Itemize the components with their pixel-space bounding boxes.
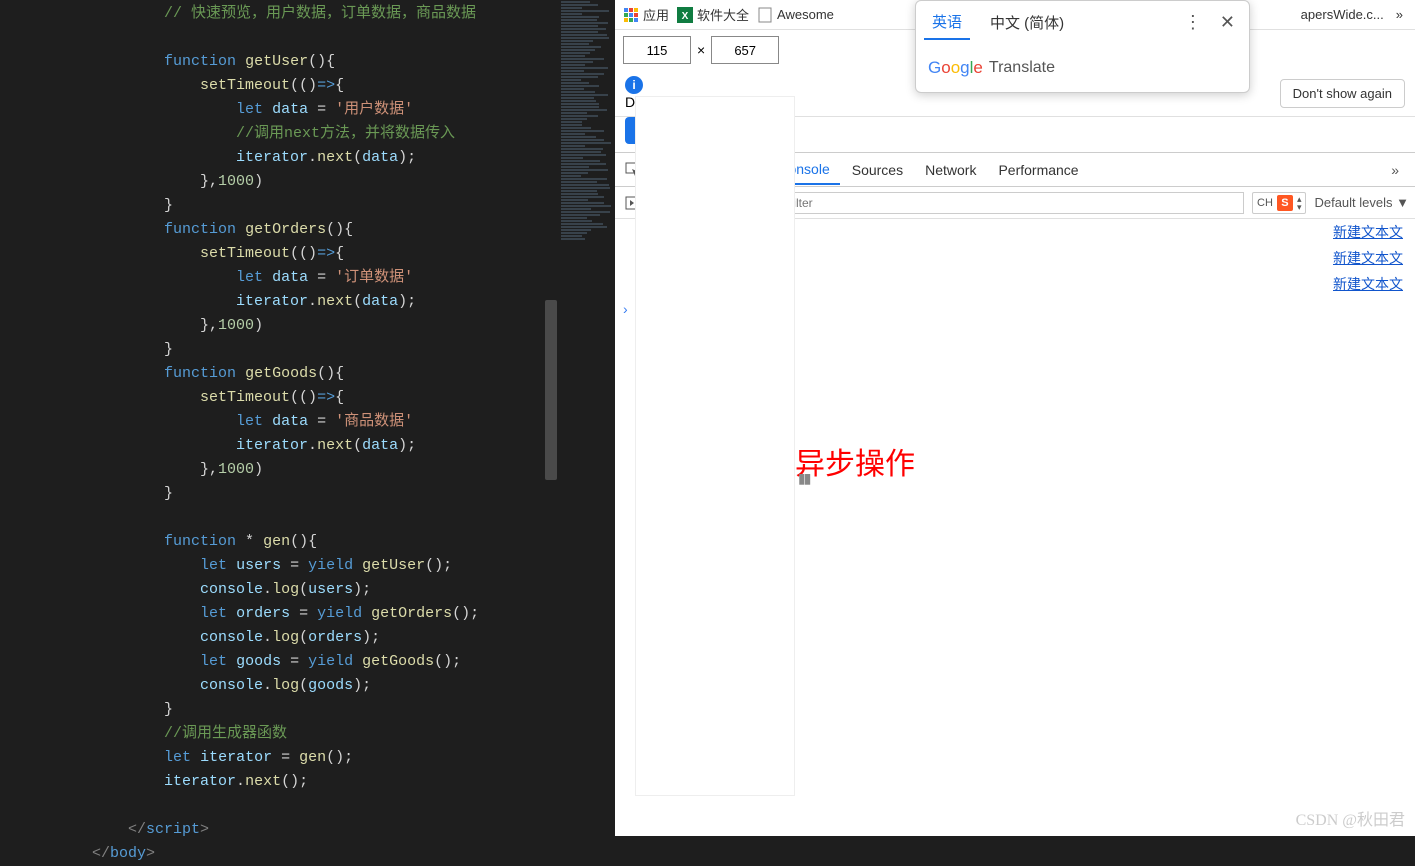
translate-popup: 英语 中文 (简体) ⋮ ✕ Google Translate bbox=[915, 0, 1250, 93]
editor-gutter bbox=[0, 0, 48, 836]
times-label: × bbox=[697, 42, 705, 58]
code-line[interactable]: console.log(orders); bbox=[56, 626, 615, 650]
bookmark-papers[interactable]: apersWide.c... bbox=[1301, 7, 1384, 22]
bookmark-awesome[interactable]: Awesome bbox=[757, 7, 834, 23]
code-line[interactable] bbox=[56, 26, 615, 50]
code-line[interactable]: //调用生成器函数 bbox=[56, 722, 615, 746]
tab-sources[interactable]: Sources bbox=[842, 156, 913, 184]
code-line[interactable]: </body> bbox=[56, 842, 615, 866]
translate-tab-chinese[interactable]: 中文 (简体) bbox=[982, 6, 1072, 39]
log-source-link[interactable]: 新建文本文 bbox=[1333, 274, 1403, 294]
bookmark-apps[interactable]: 应用 bbox=[623, 5, 669, 24]
ime-toggle-icon: ▴▾ bbox=[1297, 195, 1302, 211]
filter-input[interactable] bbox=[779, 192, 1244, 214]
code-line[interactable]: // 快速预览，用户数据，订单数据，商品数据 bbox=[56, 2, 615, 26]
height-input[interactable] bbox=[711, 36, 779, 64]
code-line[interactable]: iterator.next(data); bbox=[56, 290, 615, 314]
code-line[interactable]: } bbox=[56, 698, 615, 722]
translate-close-icon[interactable]: ✕ bbox=[1214, 12, 1241, 33]
log-source-link[interactable]: 新建文本文 bbox=[1333, 248, 1403, 268]
page-icon bbox=[757, 7, 773, 23]
bookmark-software[interactable]: X 软件大全 bbox=[677, 5, 749, 24]
code-line[interactable]: let users = yield getUser(); bbox=[56, 554, 615, 578]
browser-pane: ▮▮ 应用 X 软件大全 Awesome apersWide.c... » bbox=[615, 0, 1415, 836]
translate-tab-english[interactable]: 英语 bbox=[924, 5, 970, 40]
code-line[interactable]: let iterator = gen(); bbox=[56, 746, 615, 770]
tabs-overflow-icon[interactable]: » bbox=[1381, 162, 1409, 178]
code-line[interactable]: </script> bbox=[56, 818, 615, 842]
code-line[interactable]: setTimeout(()=>{ bbox=[56, 74, 615, 98]
code-line[interactable]: let data = '用户数据' bbox=[56, 98, 615, 122]
code-line[interactable]: function getOrders(){ bbox=[56, 218, 615, 242]
code-line[interactable]: console.log(goods); bbox=[56, 674, 615, 698]
ime-indicator[interactable]: CH S ▴▾ bbox=[1252, 192, 1306, 214]
code-line[interactable]: function getGoods(){ bbox=[56, 362, 615, 386]
bookmark-overflow-icon[interactable]: » bbox=[1392, 7, 1407, 22]
code-line[interactable]: iterator.next(data); bbox=[56, 434, 615, 458]
code-line[interactable]: function * gen(){ bbox=[56, 530, 615, 554]
code-line[interactable]: iterator.next(data); bbox=[56, 146, 615, 170]
code-area[interactable]: // 快速预览，用户数据，订单数据，商品数据 function getUser(… bbox=[48, 0, 615, 836]
bookmark-label: apersWide.c... bbox=[1301, 7, 1384, 22]
code-line[interactable]: let goods = yield getGoods(); bbox=[56, 650, 615, 674]
info-icon: i bbox=[625, 76, 643, 94]
bookmark-label: 软件大全 bbox=[697, 5, 749, 24]
sogou-icon: S bbox=[1277, 195, 1293, 211]
code-line[interactable]: },1000) bbox=[56, 458, 615, 482]
dont-show-button[interactable]: Don't show again bbox=[1280, 79, 1405, 108]
code-editor[interactable]: // 快速预览，用户数据，订单数据，商品数据 function getUser(… bbox=[0, 0, 615, 836]
split-handle-icon[interactable]: ▮▮ bbox=[798, 470, 809, 487]
excel-icon: X bbox=[677, 7, 693, 23]
translate-menu-icon[interactable]: ⋮ bbox=[1184, 12, 1202, 33]
code-line[interactable]: iterator.next(); bbox=[56, 770, 615, 794]
code-line[interactable]: setTimeout(()=>{ bbox=[56, 242, 615, 266]
code-line[interactable]: setTimeout(()=>{ bbox=[56, 386, 615, 410]
code-line[interactable]: let data = '订单数据' bbox=[56, 266, 615, 290]
tab-network[interactable]: Network bbox=[915, 156, 986, 184]
google-logo: Google bbox=[928, 58, 983, 78]
code-line[interactable]: console.log(users); bbox=[56, 578, 615, 602]
page-preview bbox=[635, 96, 795, 796]
bookmark-label: Awesome bbox=[777, 7, 834, 22]
log-source-link[interactable]: 新建文本文 bbox=[1333, 222, 1403, 242]
code-line[interactable] bbox=[56, 506, 615, 530]
ime-label: CH bbox=[1257, 197, 1273, 209]
bookmark-label: 应用 bbox=[643, 5, 669, 24]
width-input[interactable] bbox=[623, 36, 691, 64]
apps-icon bbox=[623, 7, 639, 23]
code-line[interactable]: //调用next方法，并将数据传入 bbox=[56, 122, 615, 146]
tab-performance[interactable]: Performance bbox=[988, 156, 1088, 184]
translate-label: Translate bbox=[989, 59, 1055, 77]
code-line[interactable]: } bbox=[56, 194, 615, 218]
levels-selector[interactable]: Default levels ▼ bbox=[1314, 195, 1409, 210]
scrollbar-vertical[interactable] bbox=[545, 300, 557, 480]
code-line[interactable]: let data = '商品数据' bbox=[56, 410, 615, 434]
code-line[interactable]: },1000) bbox=[56, 170, 615, 194]
code-line[interactable]: },1000) bbox=[56, 314, 615, 338]
watermark: CSDN @秋田君 bbox=[1296, 806, 1405, 830]
minimap[interactable] bbox=[557, 0, 615, 836]
code-line[interactable] bbox=[56, 794, 615, 818]
code-line[interactable]: } bbox=[56, 482, 615, 506]
svg-text:X: X bbox=[682, 11, 689, 22]
code-line[interactable]: function getUser(){ bbox=[56, 50, 615, 74]
code-line[interactable]: } bbox=[56, 338, 615, 362]
code-line[interactable]: let orders = yield getOrders(); bbox=[56, 602, 615, 626]
